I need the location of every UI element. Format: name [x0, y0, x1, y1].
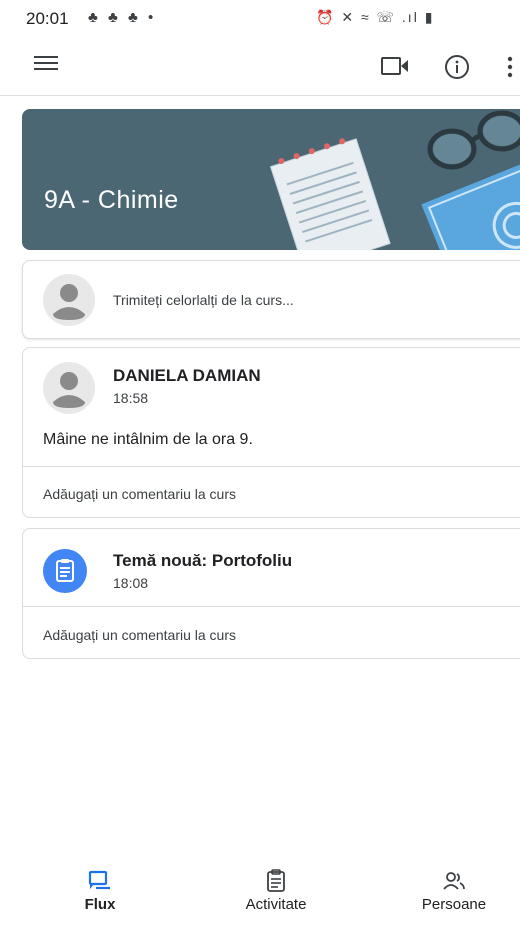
assignment-icon — [267, 869, 285, 892]
nav-label: Flux — [84, 896, 116, 913]
nav-item-persoane[interactable]: Persoane — [394, 868, 514, 913]
assignment-icon — [43, 549, 87, 593]
post-body: Mâine ne intâlnim de la ora 9. — [43, 431, 253, 448]
bottom-navigation: Flux Activitate Persoane — [0, 868, 520, 926]
system-status-icons: ⏰ ✕ ≈ ☏ .ıl ▮ — [316, 9, 435, 25]
announcement-composer[interactable]: Trimiteți celorlalți de la curs... — [22, 260, 520, 339]
info-icon[interactable] — [444, 54, 470, 80]
video-camera-icon[interactable] — [380, 54, 410, 78]
stream-post[interactable]: DANIELA DAMIAN 18:58 Mâine ne intâlnim d… — [22, 347, 520, 518]
composer-prompt: Trimiteți celorlalți de la curs... — [113, 292, 294, 308]
nav-label: Persoane — [421, 896, 487, 913]
assignment-title: Temă nouă: Portofoliu — [113, 551, 293, 570]
menu-icon[interactable] — [34, 56, 58, 76]
stream-icon — [88, 870, 110, 890]
add-comment-link[interactable]: Adăugați un comentariu la curs — [43, 486, 236, 502]
status-bar: 20:01 ♣ ♣ ♣ • ⏰ ✕ ≈ ☏ .ıl ▮ — [0, 0, 520, 38]
author-avatar — [43, 362, 95, 414]
class-title: 9A - Chimie — [44, 186, 179, 214]
post-divider — [23, 466, 520, 467]
user-avatar — [43, 274, 95, 326]
status-time: 20:01 — [26, 9, 69, 28]
notification-icons: ♣ ♣ ♣ • — [88, 9, 157, 26]
nav-item-flux[interactable]: Flux — [40, 868, 160, 913]
nav-label: Activitate — [245, 896, 307, 913]
post-divider — [23, 606, 520, 607]
post-time: 18:08 — [113, 575, 149, 591]
nav-item-activitate[interactable]: Activitate — [216, 868, 336, 913]
post-author: DANIELA DAMIAN — [113, 366, 261, 385]
class-banner[interactable]: 9A - Chimie — [22, 109, 520, 250]
banner-illustration — [269, 110, 520, 250]
post-time: 18:58 — [113, 390, 149, 406]
people-icon — [443, 872, 465, 890]
add-comment-link[interactable]: Adăugați un comentariu la curs — [43, 627, 236, 643]
more-vert-icon[interactable] — [503, 54, 517, 80]
stream-post[interactable]: Temă nouă: Portofoliu 18:08 Adăugați un … — [22, 528, 520, 659]
app-bar — [0, 38, 520, 96]
